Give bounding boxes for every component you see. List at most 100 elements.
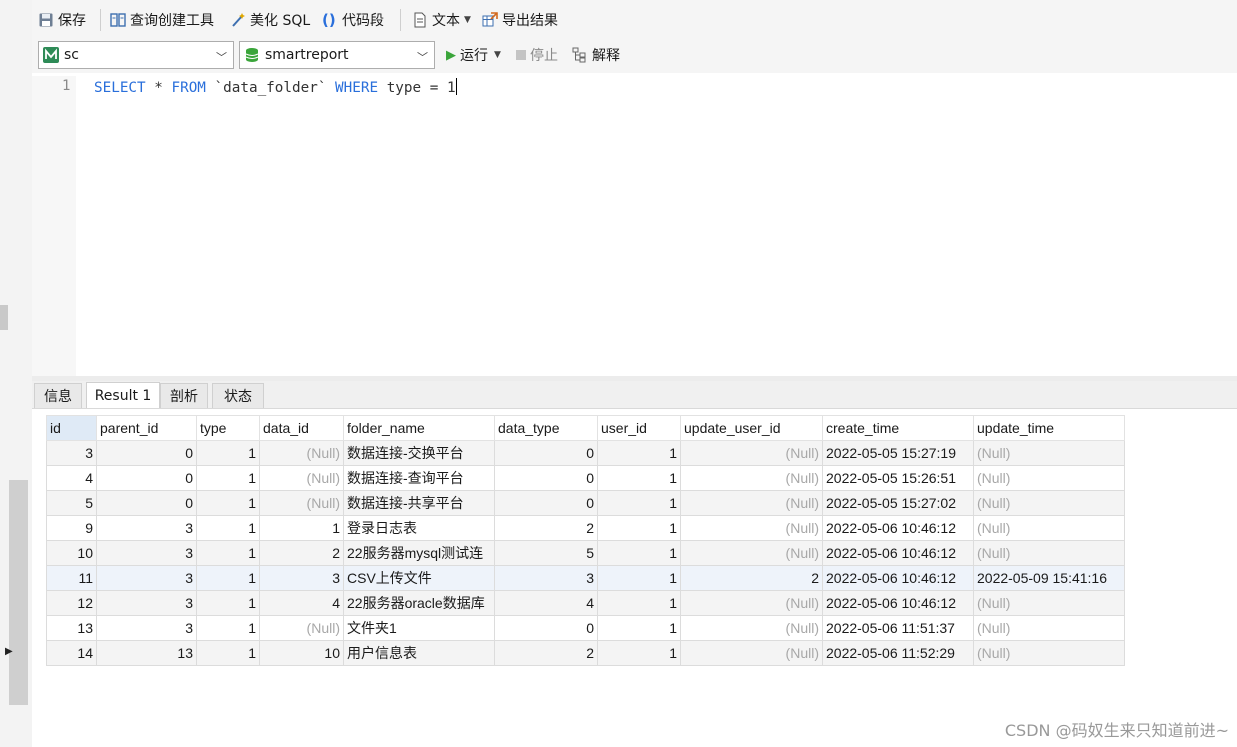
cell-data-id[interactable]: 4 (259, 590, 344, 616)
cell-update-time[interactable]: (Null) (973, 515, 1125, 541)
tab-profile[interactable]: 剖析 (160, 383, 208, 408)
tab-status[interactable]: 状态 (212, 383, 264, 408)
cell-id[interactable]: 10 (46, 540, 97, 566)
cell-type[interactable]: 1 (196, 465, 260, 491)
cell-create-time[interactable]: 2022-05-06 10:46:12 (822, 540, 974, 566)
cell-folder-name[interactable]: 文件夹1 (343, 615, 495, 641)
cell-id[interactable]: 3 (46, 440, 97, 466)
column-header-type[interactable]: type (196, 415, 260, 441)
cell-create-time[interactable]: 2022-05-06 11:51:37 (822, 615, 974, 641)
cell-data-type[interactable]: 0 (494, 615, 598, 641)
cell-data-type[interactable]: 0 (494, 465, 598, 491)
cell-id[interactable]: 14 (46, 640, 97, 666)
table-row[interactable]: 13 3 1 (Null) 文件夹1 0 1 (Null) 2022-05-06 11:51:3… (46, 615, 1125, 641)
column-header-create-time[interactable]: create_time (822, 415, 974, 441)
cell-data-type[interactable]: 0 (494, 440, 598, 466)
cell-data-id[interactable]: 10 (259, 640, 344, 666)
table-row[interactable]: 14 13 1 10 用户信息表 2 1 (Null) 2022-05-06 11:52:29(… (46, 640, 1125, 666)
cell-type[interactable]: 1 (196, 515, 260, 541)
cell-update-time[interactable]: (Null) (973, 465, 1125, 491)
column-header-parent-id[interactable]: parent_id (96, 415, 197, 441)
cell-create-time[interactable]: 2022-05-06 10:46:12 (822, 590, 974, 616)
cell-update-time[interactable]: (Null) (973, 490, 1125, 516)
cell-id[interactable]: 11 (46, 565, 97, 591)
cell-type[interactable]: 1 (196, 640, 260, 666)
cell-parent-id[interactable]: 3 (96, 515, 197, 541)
cell-update-user-id[interactable]: (Null) (680, 440, 823, 466)
cell-create-time[interactable]: 2022-05-05 15:26:51 (822, 465, 974, 491)
connection-select[interactable]: sc ﹀ (38, 41, 234, 69)
column-header-folder-name[interactable]: folder_name (343, 415, 495, 441)
cell-data-id[interactable]: 1 (259, 515, 344, 541)
cell-id[interactable]: 9 (46, 515, 97, 541)
column-header-data-id[interactable]: data_id (259, 415, 344, 441)
explain-button[interactable]: 解释 (572, 44, 620, 66)
cell-parent-id[interactable]: 0 (96, 440, 197, 466)
export-results-button[interactable]: 导出结果 (482, 9, 558, 31)
cell-parent-id[interactable]: 3 (96, 615, 197, 641)
cell-update-time[interactable]: (Null) (973, 640, 1125, 666)
column-header-id[interactable]: id (46, 415, 97, 441)
cell-data-id[interactable]: 2 (259, 540, 344, 566)
save-button[interactable]: 保存 (38, 9, 86, 31)
cell-type[interactable]: 1 (196, 540, 260, 566)
cell-user-id[interactable]: 1 (597, 440, 681, 466)
tab-result-1[interactable]: Result 1 (86, 382, 160, 408)
cell-create-time[interactable]: 2022-05-06 10:46:12 (822, 515, 974, 541)
cell-update-user-id[interactable]: (Null) (680, 615, 823, 641)
tab-info[interactable]: 信息 (34, 383, 82, 408)
cell-update-user-id[interactable]: (Null) (680, 640, 823, 666)
cell-id[interactable]: 5 (46, 490, 97, 516)
column-header-data-type[interactable]: data_type (494, 415, 598, 441)
cell-data-id[interactable]: (Null) (259, 440, 344, 466)
cell-user-id[interactable]: 1 (597, 640, 681, 666)
table-row[interactable]: 5 0 1 (Null) 数据连接-共享平台 0 1 (Null) 2022-05-05 15:… (46, 490, 1125, 516)
cell-update-time[interactable]: 2022-05-09 15:41:16 (973, 565, 1125, 591)
table-row[interactable]: 3 0 1 (Null) 数据连接-交换平台 0 1 (Null) 2022-05-05 15:… (46, 440, 1125, 466)
cell-user-id[interactable]: 1 (597, 465, 681, 491)
cell-parent-id[interactable]: 3 (96, 565, 197, 591)
cell-update-user-id[interactable]: (Null) (680, 540, 823, 566)
cell-data-type[interactable]: 5 (494, 540, 598, 566)
column-header-update-time[interactable]: update_time (973, 415, 1125, 441)
cell-parent-id[interactable]: 13 (96, 640, 197, 666)
cell-folder-name[interactable]: 数据连接-查询平台 (343, 465, 495, 491)
cell-folder-name[interactable]: 22服务器oracle数据库 (343, 590, 495, 616)
cell-user-id[interactable]: 1 (597, 515, 681, 541)
cell-update-user-id[interactable]: (Null) (680, 590, 823, 616)
table-row[interactable]: 4 0 1 (Null) 数据连接-查询平台 0 1 (Null) 2022-05-05 15:… (46, 465, 1125, 491)
sql-code-line[interactable]: SELECT * FROM `data_folder` WHERE type =… (94, 78, 457, 96)
cell-data-type[interactable]: 2 (494, 640, 598, 666)
cell-create-time[interactable]: 2022-05-06 10:46:12 (822, 565, 974, 591)
cell-folder-name[interactable]: 数据连接-共享平台 (343, 490, 495, 516)
cell-update-user-id[interactable]: 2 (680, 565, 823, 591)
cell-user-id[interactable]: 1 (597, 490, 681, 516)
cell-update-user-id[interactable]: (Null) (680, 490, 823, 516)
cell-type[interactable]: 1 (196, 615, 260, 641)
cell-type[interactable]: 1 (196, 490, 260, 516)
database-select[interactable]: smartreport ﹀ (239, 41, 435, 69)
cell-update-user-id[interactable]: (Null) (680, 465, 823, 491)
cell-parent-id[interactable]: 0 (96, 465, 197, 491)
run-button[interactable]: ▶ 运行 ▼ (446, 44, 501, 66)
query-builder-button[interactable]: 查询创建工具 (110, 9, 214, 31)
cell-data-type[interactable]: 2 (494, 515, 598, 541)
cell-update-time[interactable]: (Null) (973, 540, 1125, 566)
sql-editor[interactable]: 1 SELECT * FROM `data_folder` WHERE type… (32, 76, 1237, 376)
cell-data-type[interactable]: 0 (494, 490, 598, 516)
cell-user-id[interactable]: 1 (597, 540, 681, 566)
cell-data-type[interactable]: 3 (494, 565, 598, 591)
cell-update-user-id[interactable]: (Null) (680, 515, 823, 541)
stop-button[interactable]: 停止 (516, 44, 558, 66)
cell-folder-name[interactable]: 22服务器mysql测试连 (343, 540, 495, 566)
column-header-user-id[interactable]: user_id (597, 415, 681, 441)
cell-create-time[interactable]: 2022-05-06 11:52:29 (822, 640, 974, 666)
cell-type[interactable]: 1 (196, 565, 260, 591)
cell-folder-name[interactable]: CSV上传文件 (343, 565, 495, 591)
cell-update-time[interactable]: (Null) (973, 615, 1125, 641)
cell-create-time[interactable]: 2022-05-05 15:27:19 (822, 440, 974, 466)
cell-data-type[interactable]: 4 (494, 590, 598, 616)
code-snippet-button[interactable]: () 代码段 (322, 9, 384, 31)
beautify-sql-button[interactable]: 美化 SQL (230, 9, 310, 31)
cell-user-id[interactable]: 1 (597, 590, 681, 616)
